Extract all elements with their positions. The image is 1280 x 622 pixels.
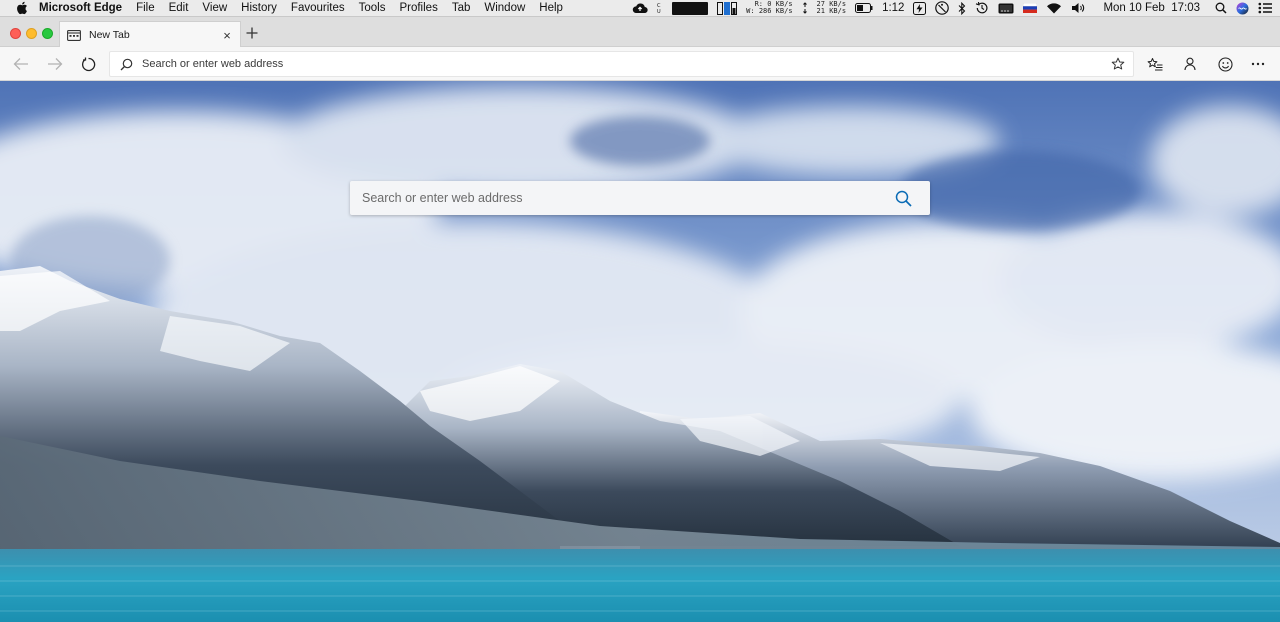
apple-logo-icon[interactable] <box>15 1 29 15</box>
search-icon[interactable] <box>893 188 913 208</box>
new-tab-button[interactable] <box>244 25 260 41</box>
menu-edit[interactable]: Edit <box>169 2 189 14</box>
menu-history[interactable]: History <box>241 2 277 14</box>
svg-text:U: U <box>657 9 661 14</box>
back-button[interactable] <box>12 55 30 73</box>
favorites-list-icon <box>1147 57 1163 71</box>
browser-toolbar <box>0 47 1280 81</box>
feedback-button[interactable] <box>1216 55 1234 73</box>
bluetooth-icon[interactable] <box>958 1 966 15</box>
background-wallpaper <box>0 81 1280 622</box>
menu-profiles[interactable]: Profiles <box>399 2 437 14</box>
address-bar[interactable] <box>109 51 1134 77</box>
smiley-icon <box>1217 56 1233 72</box>
macos-menu-bar: Microsoft Edge File Edit View History Fa… <box>0 0 1280 17</box>
refresh-icon <box>81 57 96 72</box>
forward-button[interactable] <box>46 55 64 73</box>
window-maximize-button[interactable] <box>42 28 53 39</box>
tab-title: New Tab <box>89 29 130 41</box>
more-options-button[interactable] <box>1249 55 1267 73</box>
accessibility-icon[interactable] <box>935 1 950 15</box>
menu-help[interactable]: Help <box>539 2 563 14</box>
window-minimize-button[interactable] <box>26 28 37 39</box>
disk-write-label: W: <box>746 7 755 15</box>
notification-center-icon[interactable] <box>1258 2 1272 14</box>
new-tab-page <box>0 81 1280 622</box>
status-area: CU R: 0 KB/s W: 286 KB/s 27 KB/s 21 KB/s… <box>632 1 1272 15</box>
display-icon[interactable] <box>998 3 1014 14</box>
menu-tools[interactable]: Tools <box>359 2 386 14</box>
cpu-meter-icon[interactable]: CU <box>657 2 663 14</box>
tab-close-icon[interactable]: × <box>219 28 235 43</box>
clock-datetime[interactable]: Mon 10 Feb 17:03 <box>1103 2 1200 14</box>
russian-flag-icon[interactable] <box>1023 3 1038 13</box>
more-dots-icon <box>1251 62 1265 66</box>
battery-time[interactable]: 1:12 <box>882 2 904 14</box>
time-machine-icon[interactable] <box>975 1 989 15</box>
cloud-upload-icon[interactable] <box>632 2 648 14</box>
menu-app-name[interactable]: Microsoft Edge <box>39 2 122 14</box>
cpu-graph[interactable] <box>672 1 709 15</box>
tab-new-tab[interactable]: New Tab × <box>59 21 241 48</box>
forward-arrow-icon <box>47 57 63 71</box>
page-search-box[interactable] <box>350 181 930 215</box>
back-arrow-icon <box>13 57 29 71</box>
menu-window[interactable]: Window <box>484 2 525 14</box>
page-search-input[interactable] <box>362 191 893 205</box>
lightning-icon[interactable] <box>913 1 927 15</box>
network-up-rate: 21 KB/s <box>816 7 847 15</box>
network-rates[interactable]: 27 KB/s 21 KB/s <box>817 1 847 15</box>
battery-icon[interactable] <box>855 3 873 13</box>
network-arrows-icon <box>802 2 808 14</box>
window-close-button[interactable] <box>10 28 21 39</box>
menu-file[interactable]: File <box>136 2 155 14</box>
siri-icon[interactable] <box>1236 2 1249 15</box>
refresh-button[interactable] <box>79 55 97 73</box>
wifi-icon[interactable] <box>1046 2 1062 14</box>
new-tab-page-icon <box>67 29 81 41</box>
volume-icon[interactable] <box>1071 2 1086 14</box>
profile-button[interactable] <box>1181 55 1199 73</box>
favorites-hub-button[interactable] <box>1146 55 1164 73</box>
disk-write-rate: 286 KB/s <box>758 7 793 15</box>
tab-strip: New Tab × <box>0 17 1280 48</box>
profile-icon <box>1184 57 1196 71</box>
memory-meter-icon[interactable] <box>717 1 738 15</box>
menu-favourites[interactable]: Favourites <box>291 2 345 14</box>
menu-view[interactable]: View <box>202 2 227 14</box>
star-icon[interactable] <box>1111 57 1125 71</box>
disk-io-stats[interactable]: R: 0 KB/s W: 286 KB/s <box>746 1 792 15</box>
spotlight-search-icon[interactable] <box>1215 2 1227 14</box>
menu-tab[interactable]: Tab <box>452 2 471 14</box>
address-input[interactable] <box>142 58 1111 70</box>
search-icon <box>120 58 133 71</box>
